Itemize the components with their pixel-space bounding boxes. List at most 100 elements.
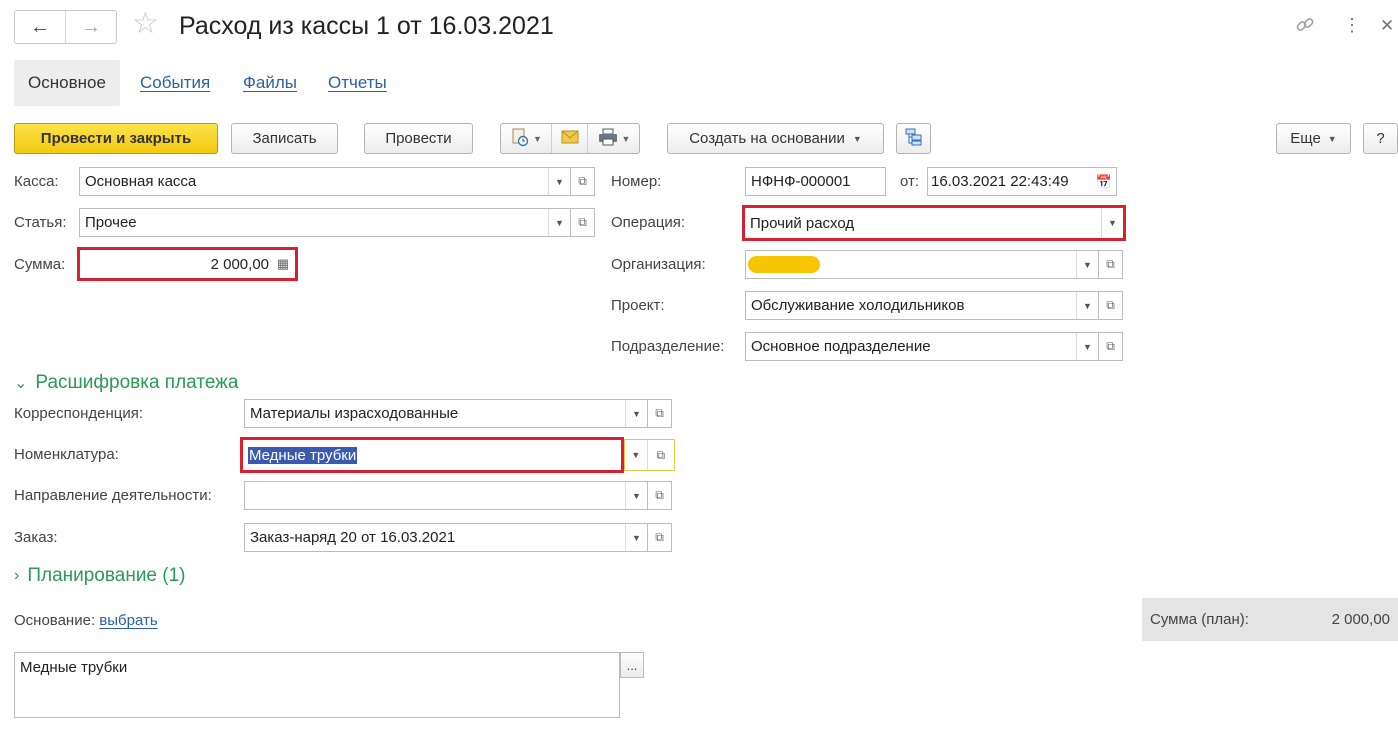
date-label: от: (900, 173, 920, 190)
open-icon[interactable]: ⧉ (648, 481, 672, 510)
dropdown-arrow-icon[interactable]: ▼ (625, 524, 647, 551)
plan-sum-label: Сумма (план): (1150, 611, 1249, 628)
dropdown-arrow-icon[interactable]: ▼ (1076, 292, 1098, 319)
post-and-close-button[interactable]: Провести и закрыть (14, 123, 218, 154)
star-icon[interactable]: ☆ (132, 9, 159, 39)
more-label: Еще (1290, 130, 1321, 147)
chevron-down-icon: ▼ (621, 133, 631, 144)
order-value: Заказ-наряд 20 от 16.03.2021 (250, 529, 456, 546)
operation-label: Операция: (611, 214, 686, 231)
nomenclature-label: Номенклатура: (14, 446, 119, 463)
summa-field[interactable]: 2 000,00 ▦ (77, 247, 298, 281)
basis-label: Основание: (14, 612, 96, 629)
envelope-icon (560, 129, 580, 148)
printer-icon (597, 127, 619, 150)
dropdown-arrow-icon[interactable]: ▼ (1076, 333, 1098, 360)
document-clock-icon (510, 127, 530, 150)
dropdown-arrow-icon[interactable]: ▼ (625, 482, 647, 509)
open-icon[interactable]: ⧉ (571, 167, 595, 196)
date-value: 16.03.2021 22:43:49 (931, 173, 1069, 190)
tab-files[interactable]: Файлы (243, 60, 297, 106)
operation-field[interactable]: Прочий расход ▼ (742, 205, 1126, 241)
related-docs-button[interactable]: ▼ (501, 124, 551, 153)
post-button[interactable]: Провести (364, 123, 473, 154)
save-button[interactable]: Записать (231, 123, 338, 154)
section-title: Планирование (1) (27, 565, 186, 586)
summa-value: 2 000,00 (210, 255, 269, 273)
forward-button[interactable]: → (65, 11, 116, 43)
dropdown-arrow-icon[interactable]: ▼ (548, 209, 570, 236)
chevron-down-icon: ▼ (533, 133, 542, 144)
dropdown-arrow-icon[interactable]: ▼ (625, 440, 647, 470)
project-field[interactable]: Обслуживание холодильников ▼ (745, 291, 1099, 320)
help-button[interactable]: ? (1363, 123, 1398, 154)
dropdown-arrow-icon[interactable]: ▼ (548, 168, 570, 195)
planning-section[interactable]: › Планирование (1) (14, 565, 186, 587)
section-title: Расшифровка платежа (35, 372, 239, 393)
tab-reports[interactable]: Отчеты (328, 60, 387, 106)
open-icon[interactable]: ⧉ (648, 399, 672, 428)
page-title: Расход из кассы 1 от 16.03.2021 (179, 12, 554, 40)
date-field[interactable]: 16.03.2021 22:43:49 📅 (927, 167, 1117, 196)
chevron-down-icon: ⌄ (14, 375, 28, 392)
nomenclature-value: Медные трубки (248, 446, 358, 464)
structure-button[interactable] (896, 123, 931, 154)
nomenclature-buttons: ▼ ⧉ (624, 439, 675, 471)
dropdown-arrow-icon[interactable]: ▼ (1076, 251, 1098, 278)
correspondence-field[interactable]: Материалы израсходованные ▼ (244, 399, 648, 428)
statya-label: Статья: (14, 214, 67, 231)
comment-field[interactable]: Медные трубки (14, 652, 620, 718)
chevron-down-icon: ▼ (1327, 133, 1337, 144)
arrow-right-icon: → (81, 15, 101, 38)
open-icon[interactable]: ⧉ (648, 523, 672, 552)
arrow-left-icon: ← (30, 15, 50, 38)
division-field[interactable]: Основное подразделение ▼ (745, 332, 1099, 361)
operation-value: Прочий расход (750, 214, 855, 232)
nomer-label: Номер: (611, 173, 662, 190)
activity-label: Направление деятельности: (14, 487, 212, 504)
correspondence-label: Корреспонденция: (14, 405, 143, 422)
comment-expand-button[interactable]: ... (620, 652, 644, 678)
organization-label: Организация: (611, 256, 706, 273)
print-button[interactable]: ▼ (587, 124, 639, 153)
order-field[interactable]: Заказ-наряд 20 от 16.03.2021 ▼ (244, 523, 648, 552)
email-button[interactable] (551, 124, 587, 153)
open-icon[interactable]: ⧉ (1099, 332, 1123, 361)
nomer-field[interactable]: НФНФ-000001 (745, 167, 886, 196)
calendar-icon[interactable]: 📅 (1092, 168, 1116, 195)
activity-field[interactable]: ▼ (244, 481, 648, 510)
tab-main[interactable]: Основное (14, 60, 120, 106)
plan-sum-value: 2 000,00 (1331, 611, 1390, 628)
basis-select-link[interactable]: выбрать (99, 612, 157, 629)
tab-events[interactable]: События (140, 60, 210, 106)
project-value: Обслуживание холодильников (751, 297, 965, 314)
kassa-label: Касса: (14, 173, 59, 190)
project-label: Проект: (611, 297, 665, 314)
nomenclature-field[interactable]: Медные трубки (240, 437, 624, 473)
open-icon[interactable]: ⧉ (646, 440, 674, 470)
dropdown-arrow-icon[interactable]: ▼ (1101, 208, 1123, 238)
create-based-on-button[interactable]: Создать на основании ▼ (667, 123, 884, 154)
open-icon[interactable]: ⧉ (571, 208, 595, 237)
chevron-right-icon: › (14, 567, 20, 584)
dropdown-arrow-icon[interactable]: ▼ (625, 400, 647, 427)
order-label: Заказ: (14, 529, 58, 546)
redaction-mark (748, 256, 820, 273)
back-button[interactable]: ← (15, 11, 65, 43)
close-icon[interactable]: ✕ (1380, 16, 1394, 36)
navigation-buttons: ← → (14, 10, 117, 44)
payment-breakdown-section[interactable]: ⌄ Расшифровка платежа (14, 372, 238, 394)
summa-label: Сумма: (14, 256, 66, 273)
open-icon[interactable]: ⧉ (1099, 250, 1123, 279)
statya-field[interactable]: Прочее ▼ (79, 208, 571, 237)
kassa-field[interactable]: Основная касса ▼ (79, 167, 571, 196)
division-value: Основное подразделение (751, 338, 931, 355)
plan-sum-panel: Сумма (план): 2 000,00 (1142, 598, 1398, 641)
calculator-icon[interactable]: ▦ (271, 250, 295, 278)
vertical-dots-icon[interactable]: ⋮ (1343, 15, 1361, 36)
link-icon[interactable] (1294, 14, 1316, 41)
more-button[interactable]: Еще ▼ (1276, 123, 1351, 154)
division-label: Подразделение: (611, 338, 725, 355)
basis-row: Основание: выбрать (14, 612, 158, 629)
open-icon[interactable]: ⧉ (1099, 291, 1123, 320)
